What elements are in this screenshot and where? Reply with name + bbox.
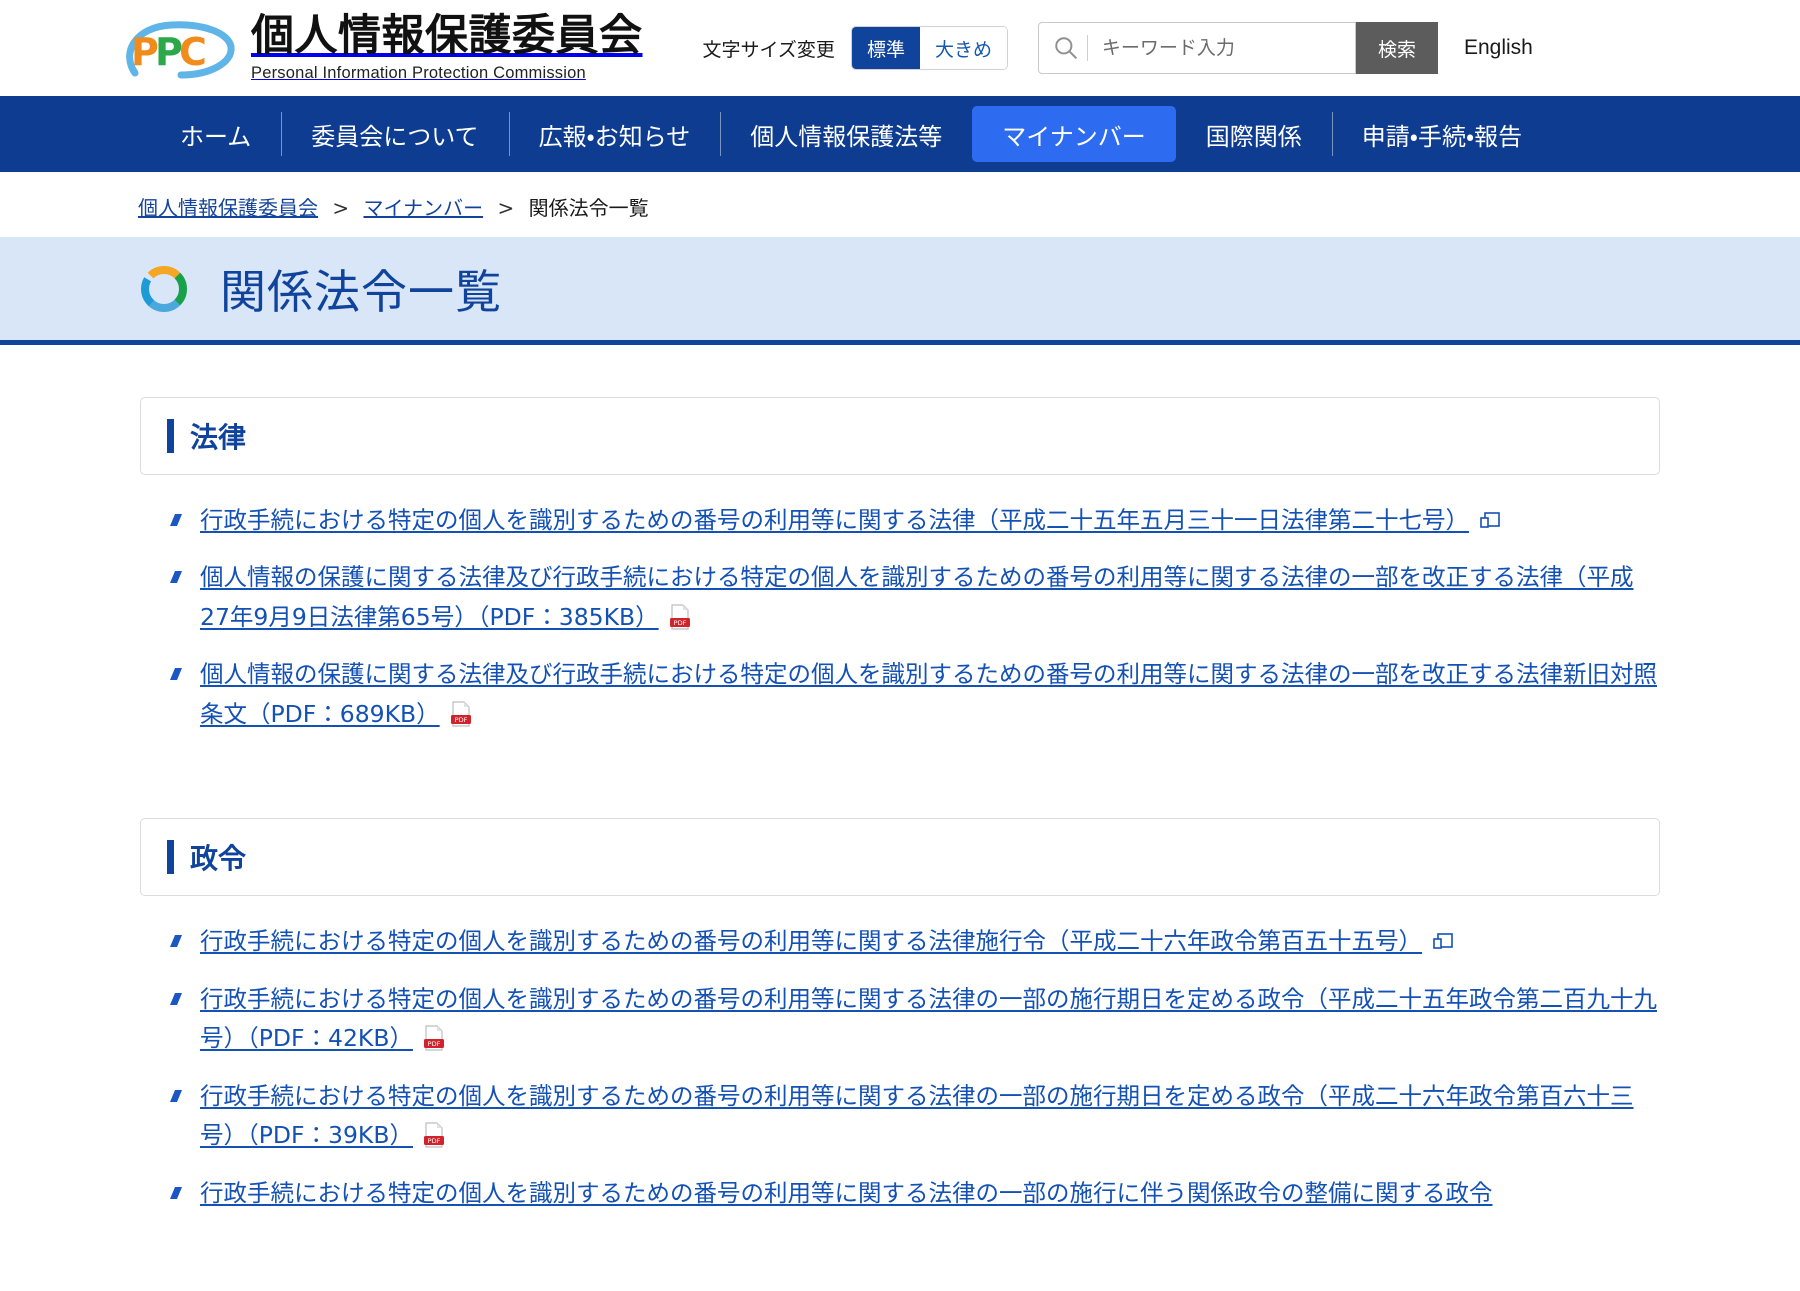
law-link[interactable]: 個人情報の保護に関する法律及び行政手続における特定の個人を識別するための番号の利… [200,660,1657,727]
external-link-icon [1479,510,1501,530]
section-accent-bar [167,840,174,874]
list-item: 行政手続における特定の個人を識別するための番号の利用等に関する法律（平成二十五年… [140,501,1660,540]
list-item: 個人情報の保護に関する法律及び行政手続における特定の個人を識別するための番号の利… [140,558,1660,637]
cabinet-order-link-list: 行政手続における特定の個人を識別するための番号の利用等に関する法律施行令（平成二… [140,922,1660,1213]
search-input[interactable] [1100,36,1355,60]
section-cabinet-orders: 政令 行政手続における特定の個人を識別するための番号の利用等に関する法律施行令（… [140,818,1660,1213]
cabinet-order-link[interactable]: 行政手続における特定の個人を識別するための番号の利用等に関する法律の一部の施行期… [200,985,1657,1052]
svg-text:PDF: PDF [673,619,686,627]
section-title: 政令 [190,837,246,877]
bullet-icon [166,989,186,1009]
search-box[interactable] [1038,22,1356,74]
bullet-icon [166,510,186,530]
font-size-switcher[interactable]: 標準 大きめ [851,26,1008,70]
logo-title-jp: 個人情報保護委員会 [251,15,643,58]
nav-item-about[interactable]: 委員会について [281,106,508,162]
pdf-icon: PDF [669,604,691,630]
svg-text:PDF: PDF [454,716,467,724]
breadcrumb-item-home[interactable]: 個人情報保護委員会 [138,196,318,220]
bullet-icon [166,567,186,587]
section-title: 法律 [190,416,246,456]
breadcrumb-item-current: 関係法令一覧 [529,196,649,220]
breadcrumb-item-my-number[interactable]: マイナンバー [363,196,483,220]
font-size-label: 文字サイズ変更 [703,35,835,62]
site-header: P P C 個人情報保護委員会 Personal Information Pro… [0,0,1800,96]
nav-item-law[interactable]: 個人情報保護法等 [720,106,972,162]
law-link[interactable]: 行政手続における特定の個人を識別するための番号の利用等に関する法律（平成二十五年… [200,506,1469,534]
bullet-icon [166,1086,186,1106]
bullet-icon [166,931,186,951]
breadcrumb-separator: > [497,196,514,220]
svg-text:C: C [179,30,207,74]
nav-item-my-number[interactable]: マイナンバー [972,106,1176,162]
search-icon [1053,35,1079,61]
page-title-banner: 関係法令一覧 [0,237,1800,345]
svg-text:PDF: PDF [428,1137,441,1145]
nav-item-procedures[interactable]: 申請・手続・報告 [1332,106,1552,162]
logo-title-en: Personal Information Protection Commissi… [251,65,643,82]
nav-item-home[interactable]: ホーム [150,106,281,162]
page-title: 関係法令一覧 [220,256,502,322]
section-accent-bar [167,419,174,453]
bullet-icon [166,1183,186,1203]
search-submit-button[interactable]: 検索 [1356,22,1438,74]
site-logo[interactable]: P P C 個人情報保護委員会 Personal Information Pro… [125,15,643,82]
global-navigation-list: ホーム 委員会について 広報・お知らせ 個人情報保護法等 マイナンバー 国際関係… [150,106,1552,162]
cabinet-order-link[interactable]: 行政手続における特定の個人を識別するための番号の利用等に関する法律の一部の施行に… [200,1179,1493,1207]
nav-item-news[interactable]: 広報・お知らせ [509,106,721,162]
breadcrumb: 個人情報保護委員会 > マイナンバー > 関係法令一覧 [0,172,1800,237]
header-tools: 文字サイズ変更 標準 大きめ 検索 English [703,22,1533,74]
list-item: 行政手続における特定の個人を識別するための番号の利用等に関する法律の一部の施行に… [140,1174,1660,1213]
pdf-icon: PDF [450,701,472,727]
english-language-link[interactable]: English [1464,36,1533,60]
font-size-standard-button[interactable]: 標準 [852,27,920,69]
list-item: 行政手続における特定の個人を識別するための番号の利用等に関する法律施行令（平成二… [140,922,1660,961]
law-link-list: 行政手続における特定の個人を識別するための番号の利用等に関する法律（平成二十五年… [140,501,1660,734]
cabinet-order-link[interactable]: 行政手続における特定の個人を識別するための番号の利用等に関する法律の一部の施行期… [200,1082,1634,1149]
list-item: 個人情報の保護に関する法律及び行政手続における特定の個人を識別するための番号の利… [140,655,1660,734]
list-item: 行政手続における特定の個人を識別するための番号の利用等に関する法律の一部の施行期… [140,1077,1660,1156]
search-divider [1087,35,1088,61]
font-size-large-button[interactable]: 大きめ [920,27,1007,69]
section-header: 政令 [140,818,1660,896]
nav-item-international[interactable]: 国際関係 [1176,106,1332,162]
external-link-icon [1432,931,1454,951]
color-ring-icon [138,263,190,315]
section-header: 法律 [140,397,1660,475]
svg-text:PDF: PDF [428,1040,441,1048]
main-content: 法律 行政手続における特定の個人を識別するための番号の利用等に関する法律（平成二… [0,397,1800,1291]
pdf-icon: PDF [423,1122,445,1148]
site-search: 検索 [1038,22,1438,74]
pdf-icon: PDF [423,1025,445,1051]
breadcrumb-separator: > [332,196,349,220]
bullet-icon [166,664,186,684]
law-link[interactable]: 個人情報の保護に関する法律及び行政手続における特定の個人を識別するための番号の利… [200,563,1634,630]
section-laws: 法律 行政手続における特定の個人を識別するための番号の利用等に関する法律（平成二… [140,397,1660,734]
cabinet-order-link[interactable]: 行政手続における特定の個人を識別するための番号の利用等に関する法律施行令（平成二… [200,927,1422,955]
ppc-logo-icon: P P C [125,17,237,79]
global-navigation: ホーム 委員会について 広報・お知らせ 個人情報保護法等 マイナンバー 国際関係… [0,96,1800,172]
list-item: 行政手続における特定の個人を識別するための番号の利用等に関する法律の一部の施行期… [140,980,1660,1059]
